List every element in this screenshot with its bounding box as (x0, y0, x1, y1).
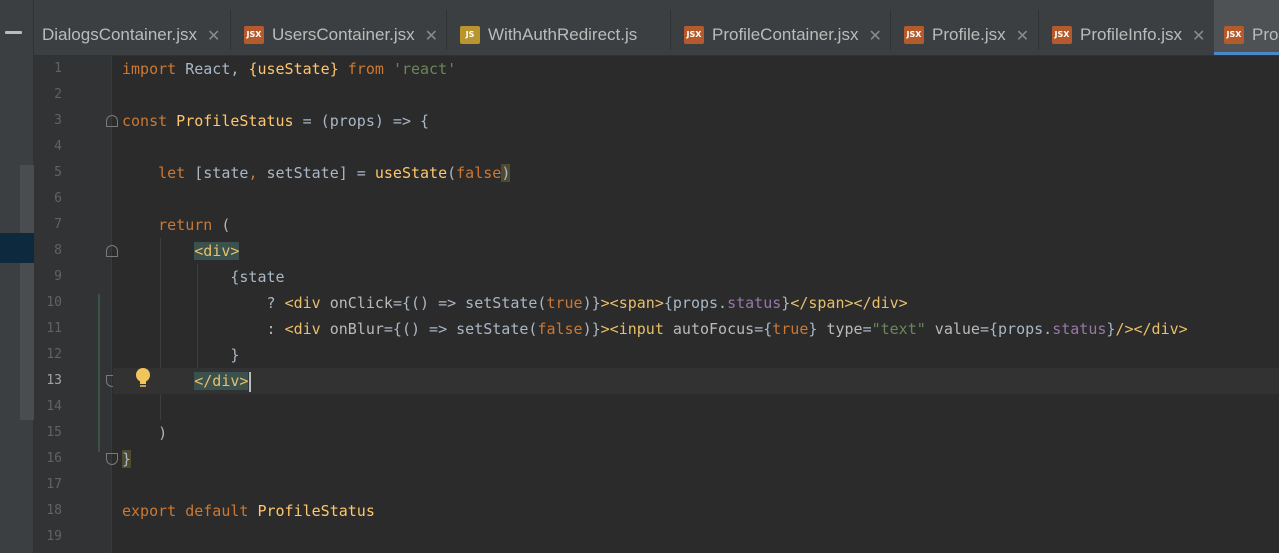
code-line-10: ? <div onClick={() => setState(true)}><s… (266, 294, 908, 312)
tab-profile-container[interactable]: JSX ProfileContainer.jsx ✕ (684, 0, 882, 55)
line-number: 9 (54, 269, 62, 284)
code-line-15: ) (158, 424, 168, 442)
tab-label: ProfileInfo.jsx (1080, 25, 1183, 44)
line-number: 18 (46, 503, 62, 518)
jsx-file-icon: JSX (1224, 26, 1244, 44)
code-line-1: import React, {useState} from 'react' (122, 60, 457, 78)
tab-with-auth-redirect[interactable]: JS WithAuthRedirect.js (460, 0, 638, 55)
close-icon[interactable]: ✕ (425, 26, 438, 45)
line-number: 5 (54, 165, 62, 180)
tab-profile-status-active[interactable]: JSX Pro (1214, 0, 1279, 55)
tab-label: Pro (1252, 25, 1279, 44)
line-number: 6 (54, 191, 62, 206)
code-line-11: : <div onBlur={() => setState(false)}><i… (266, 320, 1188, 338)
editor-gutter: 1 2 3 4 5 6 7 8 9 10 11 12 13 14 15 16 1… (34, 56, 118, 553)
code-line-5: let [state, setState] = useState(false) (158, 164, 511, 182)
tab-dialogs-container[interactable]: DialogsContainer.jsx ✕ (42, 0, 220, 55)
lightbulb-icon[interactable] (133, 367, 153, 389)
js-file-icon: JS (460, 26, 480, 44)
tab-users-container[interactable]: JSX UsersContainer.jsx ✕ (244, 0, 438, 55)
jsx-file-icon: JSX (244, 26, 264, 44)
code-editor[interactable]: import React, {useState} from 'react' co… (113, 56, 1279, 553)
jsx-file-icon: JSX (904, 26, 924, 44)
line-number: 1 (54, 61, 62, 76)
line-number: 8 (54, 243, 62, 258)
change-marker (98, 294, 100, 452)
text-caret (249, 371, 252, 392)
close-icon[interactable]: ✕ (868, 26, 881, 45)
code-line-7: return ( (158, 216, 231, 234)
code-line-16: } (122, 450, 132, 468)
code-line-12: } (230, 346, 240, 364)
tool-window-strip (0, 0, 34, 553)
line-number: 19 (46, 529, 62, 544)
code-line-3: const ProfileStatus = (props) => { (122, 112, 430, 130)
code-line-8: <div> (194, 242, 240, 260)
close-icon[interactable]: ✕ (207, 26, 220, 45)
jsx-file-icon: JSX (1052, 26, 1072, 44)
line-number: 17 (46, 477, 62, 492)
selected-tool-marker (0, 233, 34, 263)
line-number: 2 (54, 87, 62, 102)
line-number: 3 (54, 113, 62, 128)
line-number: 4 (54, 139, 62, 154)
close-icon[interactable]: ✕ (1192, 26, 1205, 45)
code-line-13-current: </div> (113, 368, 1279, 394)
structure-panel-handle[interactable] (20, 165, 34, 420)
code-line-9: {state (230, 268, 285, 286)
tab-label: WithAuthRedirect.js (488, 25, 638, 44)
code-line-18: export default ProfileStatus (122, 502, 375, 520)
tab-label: DialogsContainer.jsx (42, 25, 197, 44)
tab-profile-info[interactable]: JSX ProfileInfo.jsx ✕ (1052, 0, 1205, 55)
jsx-file-icon: JSX (684, 26, 704, 44)
menu-icon[interactable] (5, 31, 22, 34)
tab-profile[interactable]: JSX Profile.jsx ✕ (904, 0, 1029, 55)
tab-label: ProfileContainer.jsx (712, 25, 859, 44)
tab-label: UsersContainer.jsx (272, 25, 415, 44)
editor-tab-bar: DialogsContainer.jsx ✕ JSX UsersContaine… (34, 0, 1279, 56)
close-icon[interactable]: ✕ (1016, 26, 1029, 45)
line-number: 7 (54, 217, 62, 232)
tab-label: Profile.jsx (932, 25, 1006, 44)
